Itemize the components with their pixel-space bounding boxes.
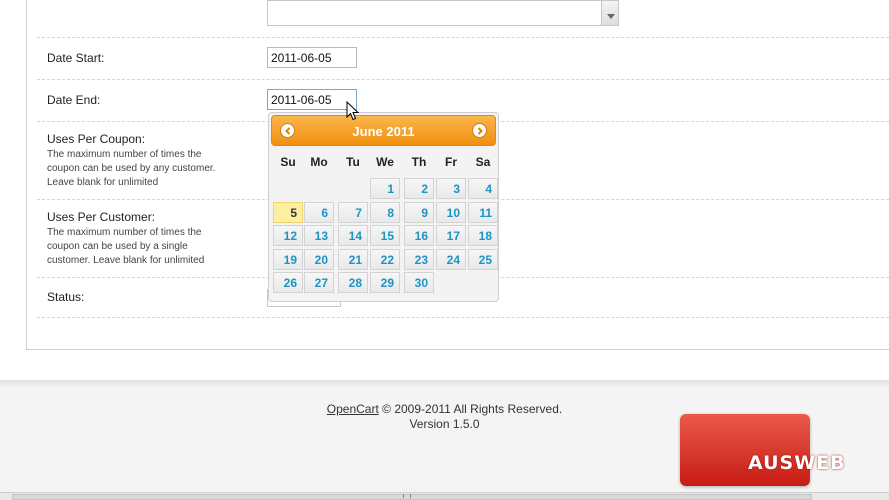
date-start-input[interactable]	[267, 47, 357, 68]
scrollbar-thumb[interactable]	[12, 494, 812, 500]
scrollbar-grip-icon	[403, 494, 411, 498]
calendar-day[interactable]: 24	[436, 248, 466, 270]
datepicker-next-button[interactable]	[472, 123, 487, 138]
weekday-header: Sa	[475, 155, 491, 169]
calendar-day[interactable]: 16	[404, 225, 434, 247]
chevron-right-icon	[477, 127, 483, 135]
weekday-header: Tu	[346, 155, 360, 169]
calendar-day[interactable]: 27	[304, 272, 334, 294]
calendar-day[interactable]: 21	[338, 248, 368, 270]
calendar-day[interactable]: 20	[304, 248, 334, 270]
calendar-day[interactable]: 26	[273, 272, 303, 294]
datepicker-popup: June 2011 Su Mo Tu We Th Fr Sa 1 2 3 4 5 6 7 8 9 10 11 12 1…	[268, 112, 499, 302]
calendar-day[interactable]: 2	[404, 178, 434, 199]
datepicker-header: June 2011	[271, 115, 496, 146]
help-line: customer. Leave blank for unlimited	[47, 255, 205, 266]
help-line: coupon can be used by a single	[47, 241, 188, 252]
calendar-day[interactable]: 5	[273, 201, 303, 223]
calendar-day[interactable]: 13	[304, 225, 334, 247]
calendar-day[interactable]: 25	[468, 248, 498, 270]
status-label: Status:	[47, 290, 85, 304]
calendar-day[interactable]: 7	[338, 201, 368, 223]
date-end-input[interactable]	[267, 89, 357, 110]
help-line: The maximum number of times the	[47, 227, 202, 238]
help-line: The maximum number of times the	[47, 149, 202, 160]
calendar-day[interactable]: 14	[338, 225, 368, 247]
weekday-header: Th	[411, 155, 427, 169]
calendar-day[interactable]: 15	[370, 225, 400, 247]
calendar-day[interactable]: 29	[370, 272, 400, 294]
calendar-day[interactable]: 19	[273, 248, 303, 270]
uses-per-coupon-label: Uses Per Coupon:	[47, 132, 146, 146]
mouse-cursor-icon	[346, 101, 360, 121]
weekday-header: We	[376, 155, 394, 169]
row-divider	[37, 79, 889, 80]
uses-per-customer-label: Uses Per Customer:	[47, 210, 156, 224]
select-scroll-arrow-icon[interactable]	[601, 1, 618, 25]
calendar-day[interactable]: 6	[304, 201, 334, 223]
date-start-label: Date Start:	[47, 51, 105, 65]
calendar-day[interactable]: 12	[273, 225, 303, 247]
calendar-day[interactable]: 11	[468, 201, 498, 223]
calendar-day[interactable]: 1	[370, 178, 400, 199]
horizontal-scrollbar[interactable]	[0, 492, 889, 500]
calendar-day[interactable]: 8	[370, 201, 400, 223]
help-line: coupon can be used by any customer.	[47, 163, 216, 174]
calendar-day[interactable]: 28	[338, 272, 368, 294]
uses-per-coupon-help: The maximum number of times the coupon c…	[47, 148, 247, 190]
calendar-day[interactable]: 30	[404, 272, 434, 294]
row-divider	[37, 317, 889, 318]
opencart-link[interactable]: OpenCart	[327, 402, 379, 416]
weekday-header: Mo	[310, 155, 328, 169]
calendar-day[interactable]: 3	[436, 178, 466, 199]
date-end-label: Date End:	[47, 93, 101, 107]
datepicker-month-title: June 2011	[352, 124, 415, 139]
help-line: Leave blank for unlimited	[47, 177, 159, 188]
calendar-day[interactable]: 23	[404, 248, 434, 270]
weekday-header: Fr	[445, 155, 457, 169]
row-divider	[37, 37, 889, 38]
weekday-header: Su	[280, 155, 296, 169]
copyright-text: © 2009-2011 All Rights Reserved.	[378, 402, 563, 416]
calendar-day[interactable]: 18	[468, 225, 498, 247]
multi-select-box[interactable]	[267, 0, 619, 26]
calendar-day[interactable]: 4	[468, 178, 498, 199]
calendar-day[interactable]: 10	[436, 201, 466, 223]
calendar-day[interactable]: 17	[436, 225, 466, 247]
ausweb-logo-text: AUSWEB	[748, 452, 846, 474]
calendar-day[interactable]: 22	[370, 248, 400, 270]
uses-per-customer-help: The maximum number of times the coupon c…	[47, 226, 247, 268]
calendar-day[interactable]: 9	[404, 201, 434, 223]
ausweb-logo-badge	[680, 414, 810, 486]
